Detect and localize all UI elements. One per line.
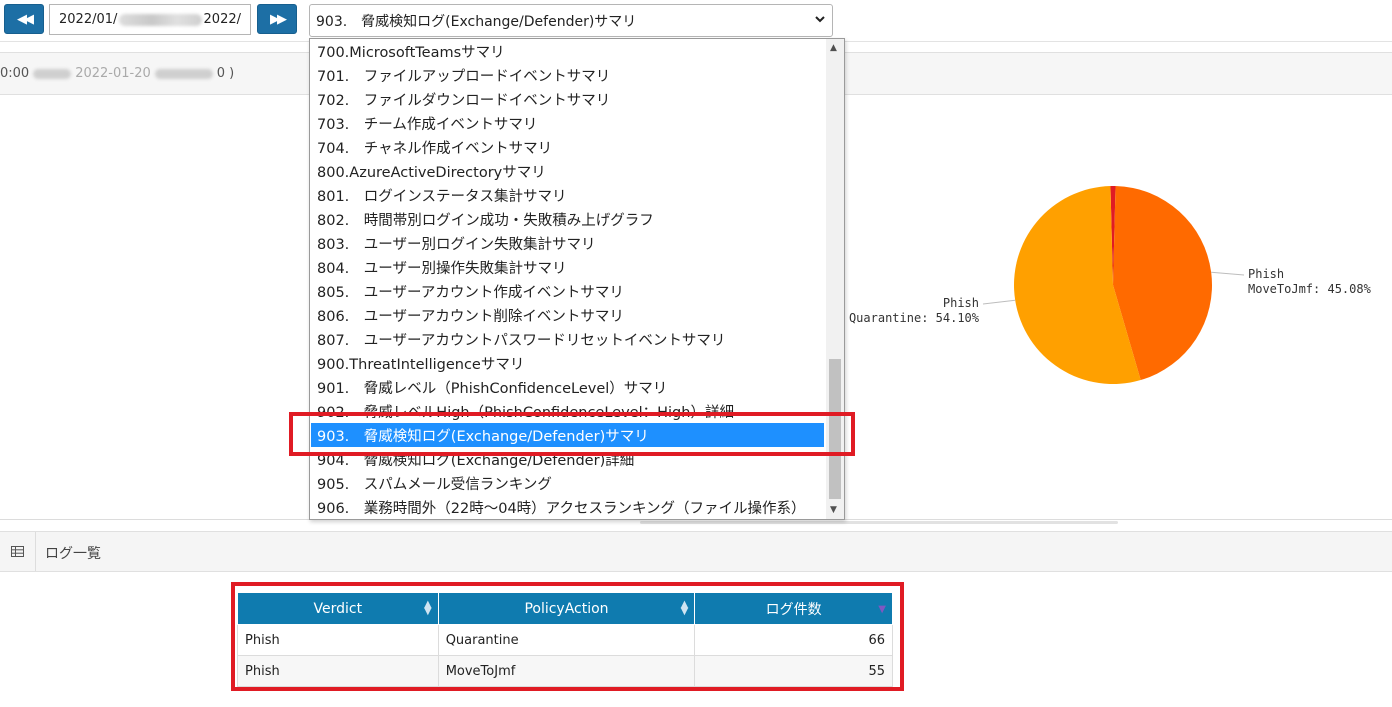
- dropdown-option[interactable]: 900.ThreatIntelligenceサマリ: [311, 351, 824, 375]
- log-list-header: ログ一覧: [0, 531, 1392, 572]
- pie-slice-label: Phish: [943, 296, 979, 310]
- double-right-arrow-icon: ▶▶: [270, 11, 287, 27]
- period-mid-text: 2022-01-20: [75, 66, 151, 81]
- pie-label-connector: [1211, 271, 1245, 276]
- column-header-label: Verdict: [313, 600, 363, 617]
- double-left-arrow-icon: ◀◀: [17, 11, 34, 27]
- dropdown-option[interactable]: 906. 業務時間外（22時〜04時）アクセスランキング（ファイル操作系）: [311, 495, 824, 519]
- cell-verdict: Phish: [237, 655, 439, 687]
- pie-slice-label: Phish: [1248, 267, 1284, 281]
- column-header-log-count[interactable]: ログ件数 ▼: [694, 592, 893, 625]
- dropdown-option[interactable]: 903. 脅威検知ログ(Exchange/Defender)サマリ: [311, 423, 824, 447]
- column-header-label: PolicyAction: [524, 600, 609, 617]
- previous-period-button[interactable]: ◀◀: [4, 4, 44, 34]
- dropdown-option[interactable]: 902. 脅威レベルHigh（PhishConfidenceLevel：High…: [311, 399, 824, 423]
- scroll-up-arrow-icon[interactable]: ▲: [830, 43, 837, 53]
- log-table: Verdict ▲ ▼ PolicyAction ▲ ▼ ログ件数 ▼ Phish …: [237, 592, 893, 687]
- sort-icon: ▲ ▼: [423, 599, 432, 617]
- table-grid-icon: [0, 532, 36, 571]
- dropdown-option[interactable]: 701. ファイルアップロードイベントサマリ: [311, 63, 824, 87]
- column-header-label: ログ件数: [765, 601, 822, 618]
- log-list-title: ログ一覧: [45, 546, 101, 562]
- redacted-date-blur: [119, 13, 202, 26]
- toolbar: ◀◀ 2022/01/ 2022/ ▶▶ 903. 脅威検知ログ(Exchang…: [0, 0, 1392, 42]
- dropdown-option[interactable]: 905. スパムメール受信ランキング: [311, 471, 824, 495]
- cell-policy-action: Quarantine: [437, 624, 696, 656]
- dropdown-option[interactable]: 801. ログインステータス集計サマリ: [311, 183, 824, 207]
- dropdown-option[interactable]: 806. ユーザーアカウント削除イベントサマリ: [311, 303, 824, 327]
- dropdown-option[interactable]: 805. ユーザーアカウント作成イベントサマリ: [311, 279, 824, 303]
- dropdown-scrollbar[interactable]: ▲ ▼: [826, 39, 844, 519]
- sort-desc-icon: ▼: [878, 604, 886, 615]
- next-period-button[interactable]: ▶▶: [257, 4, 297, 34]
- cell-policy-action: MoveToJmf: [437, 655, 696, 687]
- table-row[interactable]: Phish MoveToJmf 55: [237, 655, 893, 687]
- dropdown-option[interactable]: 800.AzureActiveDirectoryサマリ: [311, 159, 824, 183]
- cell-verdict: Phish: [237, 624, 439, 656]
- pie-label-connector: [982, 299, 1016, 305]
- dropdown-option[interactable]: 702. ファイルダウンロードイベントサマリ: [311, 87, 824, 111]
- redacted-blur: [154, 68, 213, 79]
- dropdown-option[interactable]: 703. チーム作成イベントサマリ: [311, 111, 824, 135]
- chart-scrollbar[interactable]: [640, 521, 1118, 524]
- report-dropdown-list[interactable]: ▲ ▼ 700.MicrosoftTeamsサマリ 701. ファイルアップロード…: [309, 38, 845, 520]
- sort-icon: ▲ ▼: [680, 599, 689, 617]
- date-range-field[interactable]: 2022/01/ 2022/: [49, 4, 251, 35]
- dropdown-option[interactable]: 901. 脅威レベル（PhishConfidenceLevel）サマリ: [311, 375, 824, 399]
- redacted-blur: [33, 68, 72, 79]
- dropdown-option[interactable]: 700.MicrosoftTeamsサマリ: [311, 39, 824, 63]
- cell-log-count: 55: [694, 655, 893, 687]
- report-select-value: 903. 脅威検知ログ(Exchange/Defender)サマリ: [316, 13, 637, 30]
- log-table-wrapper: Verdict ▲ ▼ PolicyAction ▲ ▼ ログ件数 ▼ Phish …: [237, 592, 895, 687]
- dropdown-option[interactable]: 807. ユーザーアカウントパスワードリセットイベントサマリ: [311, 327, 824, 351]
- dropdown-option[interactable]: 802. 時間帯別ログイン成功・失敗積み上げグラフ: [311, 207, 824, 231]
- dropdown-option[interactable]: 804. ユーザー別操作失敗集計サマリ: [311, 255, 824, 279]
- column-header-policyaction[interactable]: PolicyAction ▲ ▼: [437, 592, 696, 625]
- dropdown-scroll-thumb[interactable]: [829, 359, 841, 499]
- date-start-text: 2022/01/: [59, 12, 118, 27]
- period-start-text: 0:00: [0, 66, 30, 81]
- column-header-verdict[interactable]: Verdict ▲ ▼: [237, 592, 439, 625]
- table-row[interactable]: Phish Quarantine 66: [237, 624, 893, 656]
- chevron-down-icon: [814, 13, 826, 28]
- period-text: 0:00 2022-01-20 0 ): [0, 66, 234, 81]
- date-end-text: 2022/: [203, 12, 241, 27]
- dropdown-option[interactable]: 803. ユーザー別ログイン失敗集計サマリ: [311, 231, 824, 255]
- period-end-text: 0 ): [216, 66, 235, 81]
- scroll-down-arrow-icon[interactable]: ▼: [830, 505, 837, 515]
- pie-slice-label: MoveToJmf: 45.08%: [1248, 282, 1372, 296]
- dropdown-option[interactable]: 904. 脅威検知ログ(Exchange/Defender)詳細: [311, 447, 824, 471]
- cell-log-count: 66: [694, 624, 893, 656]
- report-select[interactable]: 903. 脅威検知ログ(Exchange/Defender)サマリ: [309, 4, 833, 37]
- dropdown-option[interactable]: 704. チャネル作成イベントサマリ: [311, 135, 824, 159]
- pie-slice-label: Quarantine: 54.10%: [849, 311, 980, 325]
